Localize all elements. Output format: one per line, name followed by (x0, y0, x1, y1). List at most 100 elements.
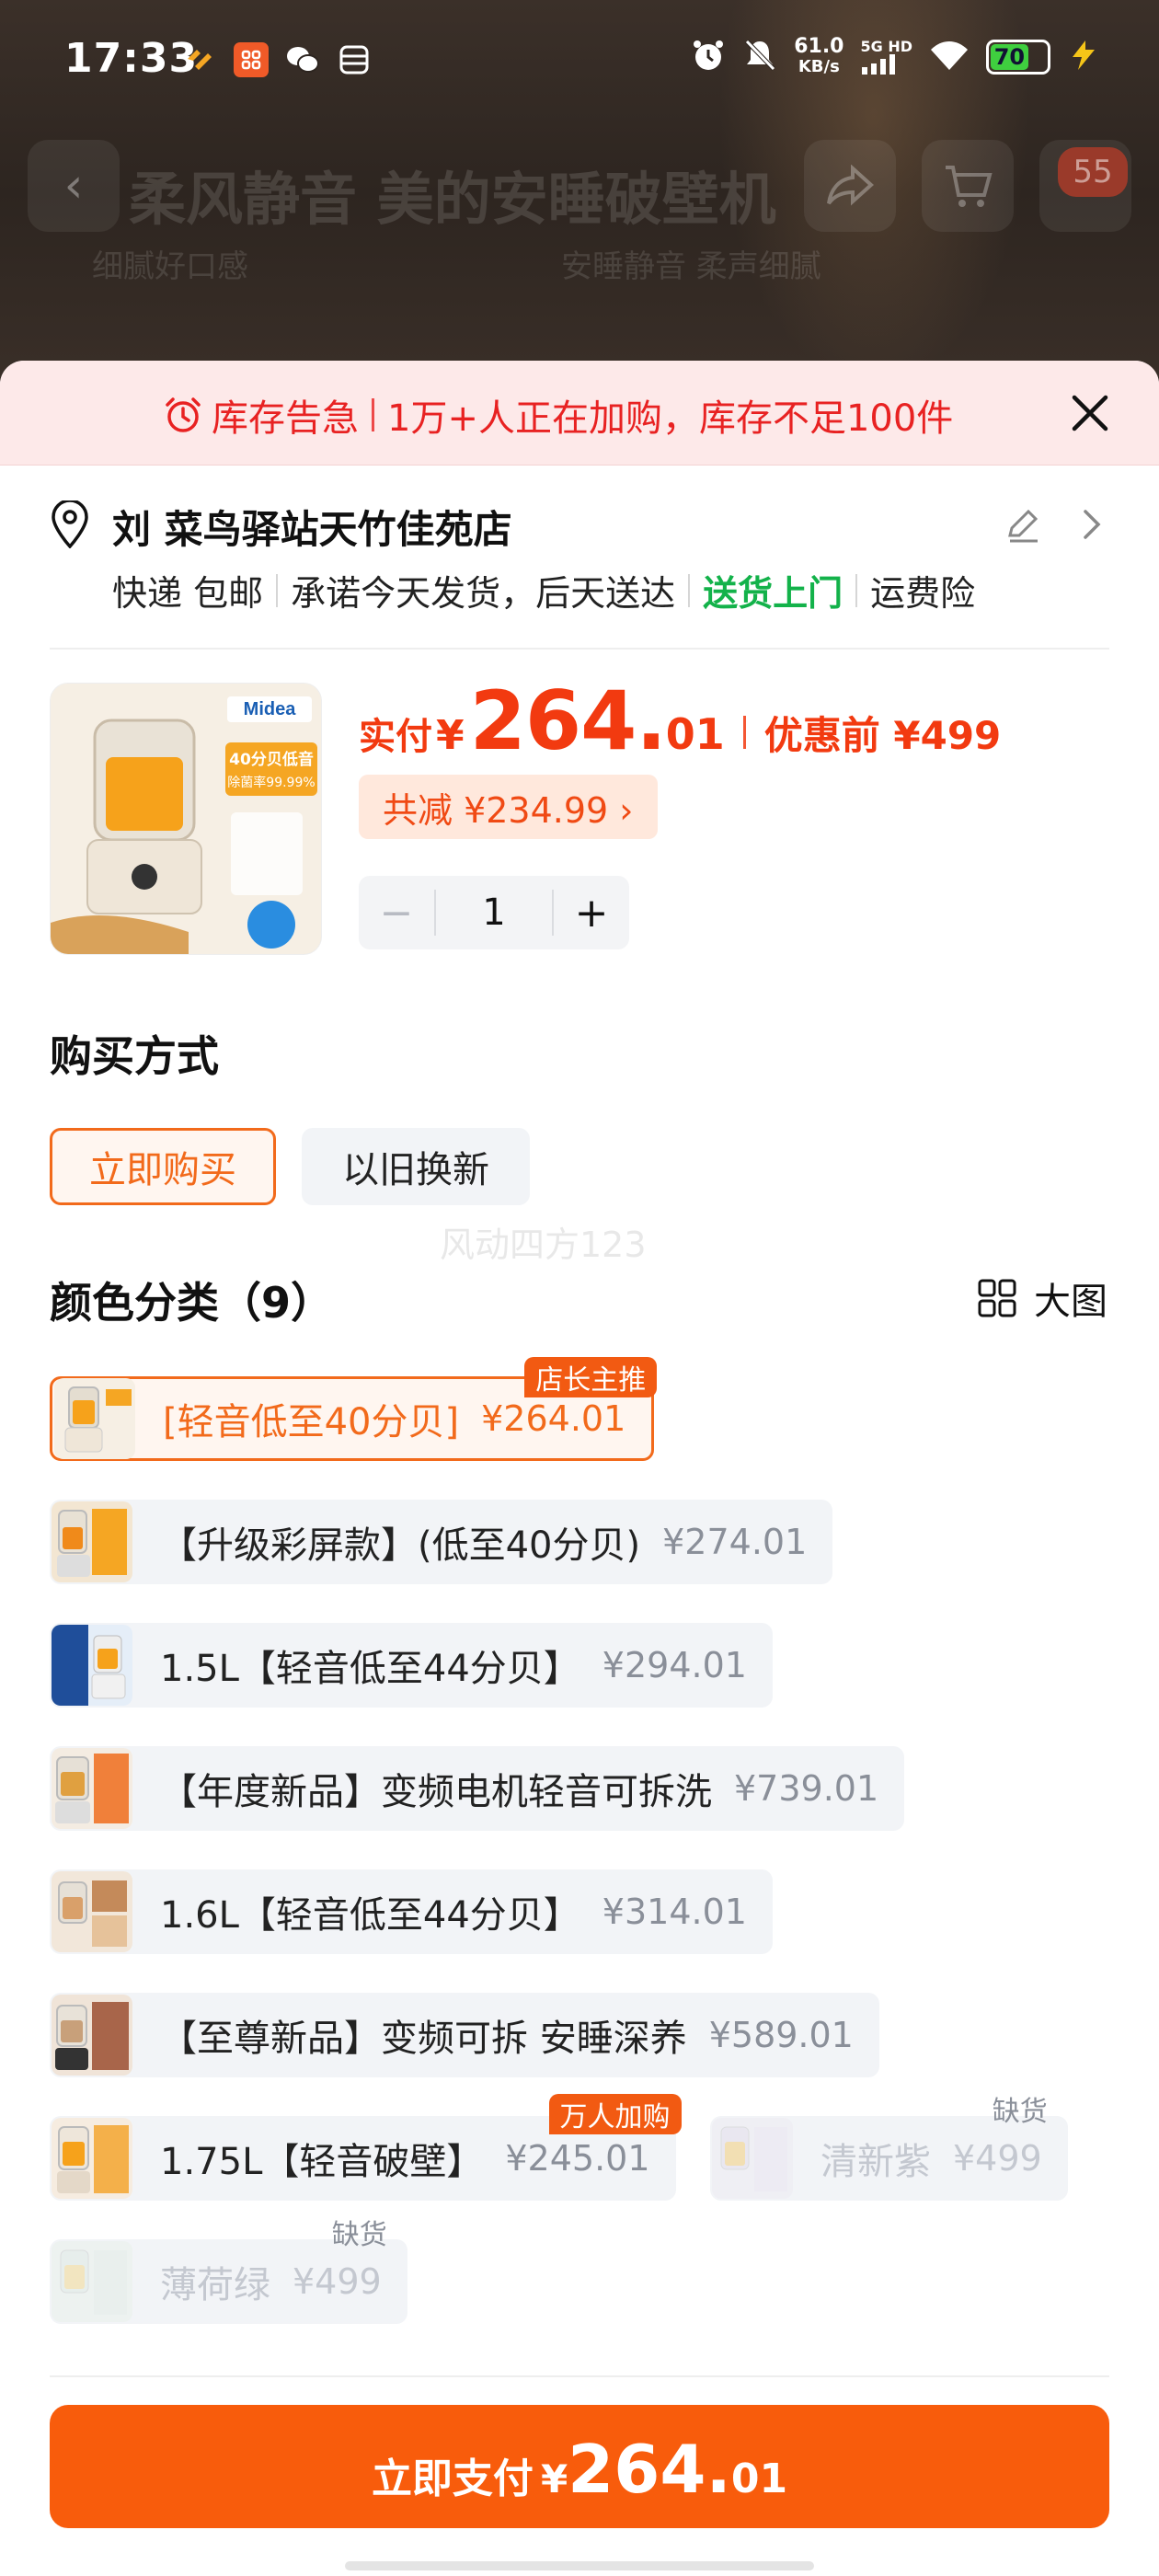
chevron-right-icon[interactable] (1078, 504, 1106, 545)
share-icon (804, 140, 896, 232)
home-indicator[interactable] (345, 2561, 814, 2570)
variant-price: ¥499 (953, 2138, 1042, 2179)
color-option[interactable]: 【年度新品】变频电机轻音可拆洗 ¥739.01 (50, 1746, 905, 1831)
discount-detail-button[interactable]: 共减 ¥234.99 › (359, 775, 658, 839)
cart-badge: 55 (1058, 147, 1128, 197)
variant-price: ¥499 (293, 2261, 382, 2302)
currency-symbol: ¥ (436, 712, 465, 759)
background-sub-right: 安睡静音 柔声细腻 (561, 248, 821, 285)
variant-thumbnail (52, 1501, 132, 1582)
variant-price: ¥264.01 (481, 1398, 626, 1439)
product-image[interactable]: Midea 40分贝低音 除菌率99.99% (50, 683, 322, 955)
image-badge-1: 40分贝低音 (229, 750, 314, 769)
actual-price-integer: 264. (469, 673, 667, 768)
quantity-stepper: − 1 + (359, 876, 629, 949)
original-price: 优惠前 ¥499 (763, 713, 1002, 758)
address-name: 刘 菜鸟驿站天竹佳苑店 (112, 507, 512, 552)
color-option[interactable]: 1.5L【轻音低至44分贝】 ¥294.01 (50, 1623, 773, 1708)
decrease-button[interactable]: − (359, 876, 434, 949)
delivery-insurance: 运费险 (870, 573, 976, 614)
signal-label: 5G HD (860, 38, 912, 55)
blender-illustration: Midea 40分贝低音 除菌率99.99% (51, 684, 321, 954)
delivery-shipping: 快递 包邮 (112, 573, 264, 614)
variant-price: ¥739.01 (734, 1768, 879, 1809)
variant-name: 【升级彩屏款】(低至40分贝) (160, 1524, 641, 1567)
variant-price: ¥589.01 (708, 2015, 854, 2055)
status-time: 17:33 (64, 35, 199, 82)
variant-price: ¥314.01 (602, 1892, 747, 1932)
delivery-promise: 承诺今天发货，后天送达 (291, 573, 676, 614)
variant-name: 薄荷绿 (160, 2264, 270, 2306)
mute-icon (742, 38, 777, 76)
variant-thumbnail (52, 1625, 132, 1706)
variant-name: 【至尊新品】变频可拆 安睡深养 (160, 2018, 687, 2060)
color-option-out-of-stock[interactable]: 薄荷绿 ¥499 缺货 (50, 2219, 407, 2324)
pay-label: 立即支付 (371, 2455, 534, 2502)
pay-now-button[interactable]: 立即支付 ¥ 264. 01 (50, 2405, 1109, 2528)
status-right: 61.0 KB/s 5G HD 70 (691, 37, 1098, 77)
color-option-out-of-stock[interactable]: 清新紫 ¥499 缺货 (710, 2096, 1068, 2201)
pay-amount-decimal: 01 (730, 2455, 788, 2502)
color-category-title: 颜色分类（9） (50, 1278, 334, 1328)
section-divider (50, 648, 1109, 650)
large-image-label: 大图 (1034, 1281, 1107, 1323)
recommended-tag: 店长主推 (524, 1357, 658, 1397)
stock-alert-message: 1万+人正在加购，库存不足100件 (387, 397, 954, 440)
delivery-address[interactable]: 刘 菜鸟驿站天竹佳苑店 快递 包邮 承诺今天发货，后天送达 送货上门 运费险 (50, 499, 1117, 637)
wifi-icon (929, 39, 970, 75)
option-trade-in[interactable]: 以旧换新 (302, 1128, 530, 1205)
delivery-info: 快递 包邮 承诺今天发货，后天送达 送货上门 运费险 (112, 565, 975, 615)
stock-alert: 库存告急 1万+人正在加购，库存不足100件 (164, 388, 953, 442)
network-speed-unit: KB/s (798, 57, 840, 76)
color-option[interactable]: [轻音低至40分贝] ¥264.01 店长主推 (50, 1357, 658, 1461)
color-option[interactable]: 1.6L【轻音低至44分贝】 ¥314.01 (50, 1869, 773, 1954)
variant-price: ¥274.01 (662, 1522, 808, 1562)
wallet-icon (337, 42, 372, 77)
app-notification-icon (182, 42, 217, 77)
variant-thumbnail (52, 1995, 132, 2076)
status-app-icons (182, 42, 372, 77)
popular-tag: 万人加购 (548, 2094, 682, 2134)
wechat-icon (285, 42, 320, 77)
actual-price-decimal: 01 (665, 709, 725, 759)
color-option[interactable]: 1.75L【轻音破壁】 ¥245.01 万人加购 (50, 2094, 682, 2201)
close-icon[interactable] (1067, 390, 1113, 436)
increase-button[interactable]: + (554, 876, 629, 949)
delivery-door: 送货上门 (703, 573, 843, 614)
color-option[interactable]: 【至尊新品】变频可拆 安睡深养 ¥589.01 (50, 1993, 879, 2077)
large-image-toggle[interactable]: 大图 (977, 1271, 1107, 1325)
variant-name: 【年度新品】变频电机轻音可拆洗 (160, 1771, 712, 1813)
out-of-stock-tag: 缺货 (992, 2096, 1048, 2128)
back-icon: ‹ (28, 140, 120, 232)
variant-thumbnail (54, 1378, 135, 1459)
color-option[interactable]: 【升级彩屏款】(低至40分贝) ¥274.01 (50, 1500, 833, 1584)
network-speed-value: 61.0 (794, 35, 844, 58)
background-title: 柔风静音 美的安睡破壁机 (129, 166, 776, 233)
edit-icon[interactable] (1003, 504, 1043, 545)
alarm-icon (691, 38, 726, 76)
delivery-divider (855, 573, 858, 607)
actual-price-label: 实付 (359, 716, 432, 758)
variant-name: [轻音低至40分贝] (163, 1401, 460, 1443)
pay-amount-integer: 264. (568, 2431, 731, 2508)
variant-name: 清新紫 (820, 2141, 931, 2183)
quantity-value[interactable]: 1 (434, 890, 554, 936)
background-sub-left: 细腻好口感 (92, 248, 248, 285)
sku-selection-sheet: 库存告急 1万+人正在加购，库存不足100件 刘 菜鸟驿站天竹佳苑店 快递 包邮… (0, 361, 1159, 2576)
status-bar: 17:33 61.0 KB/s 5G HD 70 (0, 0, 1159, 124)
grid-icon (978, 1279, 1016, 1317)
pay-currency: ¥ (540, 2456, 568, 2501)
variant-thumbnail (52, 1748, 132, 1829)
variant-name: 1.75L【轻音破壁】 (160, 2141, 484, 2183)
out-of-stock-tag: 缺货 (331, 2219, 387, 2251)
battery-icon: 70 (986, 40, 1050, 75)
image-badge-2: 除菌率99.99% (227, 775, 315, 790)
background-nav: ‹ 柔风静音 美的安睡破壁机 55 (0, 140, 1159, 233)
footer-divider (50, 2375, 1109, 2377)
stock-alert-bar: 库存告急 1万+人正在加购，库存不足100件 (0, 361, 1159, 466)
watermark: 风动四方123 (440, 1225, 647, 1265)
variant-thumbnail (712, 2118, 793, 2199)
network-speed: 61.0 KB/s (794, 37, 843, 77)
cart-icon (922, 140, 1014, 232)
option-buy-now[interactable]: 立即购买 (50, 1128, 276, 1205)
